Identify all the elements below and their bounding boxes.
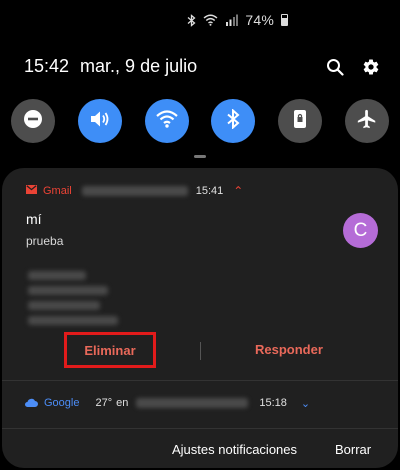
reply-button[interactable]: Responder (255, 342, 323, 357)
app-name: Google (44, 397, 80, 409)
lock-icon (293, 109, 307, 134)
search-icon[interactable] (326, 58, 344, 76)
location-connector: en (116, 397, 129, 409)
blurred-text-line (28, 271, 86, 280)
notification-actions: Eliminar Responder (2, 330, 398, 370)
blurred-account-name (81, 186, 188, 196)
blurred-text-line (28, 286, 108, 295)
airplane-icon (356, 108, 378, 135)
chevron-up-icon[interactable]: ⌃ (233, 184, 243, 198)
notification-time: 15:18 (259, 397, 287, 409)
email-subject: prueba (26, 234, 64, 248)
screen-lock-toggle[interactable] (278, 99, 323, 143)
clock-time: 15:42 (24, 56, 70, 76)
gmail-notification[interactable]: Gmail 15:41 ⌃ mí prueba C Eliminar Respo… (2, 168, 398, 376)
wifi-icon (155, 109, 179, 134)
status-bar: 74% (187, 12, 288, 28)
temperature: 27° (95, 397, 113, 409)
app-name: Gmail (43, 185, 72, 197)
notification-time: 15:41 (195, 185, 224, 197)
header-actions (326, 58, 380, 76)
quick-panel-header: 15:42 mar., 9 de julio (24, 56, 380, 77)
notification-panel: Gmail 15:41 ⌃ mí prueba C Eliminar Respo… (2, 168, 398, 468)
email-sender: mí (26, 211, 42, 227)
signal-icon (225, 14, 239, 26)
bluetooth-icon (187, 13, 196, 27)
quick-settings-toggles (11, 99, 389, 143)
settings-gear-icon[interactable] (362, 58, 380, 76)
bluetooth-icon (226, 107, 240, 134)
action-divider (200, 342, 201, 360)
battery-icon (281, 14, 288, 26)
battery-percent: 74% (245, 12, 274, 28)
avatar: C (343, 213, 378, 248)
clear-button[interactable]: Borrar (335, 442, 371, 457)
minus-circle-icon (23, 109, 43, 134)
blurred-text-line (28, 301, 100, 310)
bluetooth-toggle[interactable] (211, 99, 256, 143)
do-not-disturb-toggle[interactable] (11, 99, 55, 143)
blurred-location (136, 398, 249, 408)
wifi-icon (203, 14, 218, 26)
date-label: mar., 9 de julio (80, 56, 198, 76)
delete-button[interactable]: Eliminar (64, 332, 156, 368)
notification-footer: Ajustes notificaciones Borrar (2, 428, 398, 467)
cloud-icon (24, 398, 38, 408)
notification-settings-button[interactable]: Ajustes notificaciones (172, 442, 297, 457)
gmail-notification-header: Gmail 15:41 ⌃ (26, 184, 243, 198)
airplane-toggle[interactable] (344, 99, 389, 143)
panel-drag-handle[interactable] (194, 155, 206, 158)
gmail-icon (26, 185, 37, 197)
google-notification[interactable]: Google 27° en 15:18 ⌄ (2, 380, 398, 425)
wifi-toggle[interactable] (144, 99, 189, 143)
speaker-icon (89, 109, 111, 134)
sound-toggle[interactable] (77, 99, 122, 143)
blurred-text-line (28, 316, 118, 325)
chevron-down-icon[interactable]: ⌄ (301, 397, 310, 410)
